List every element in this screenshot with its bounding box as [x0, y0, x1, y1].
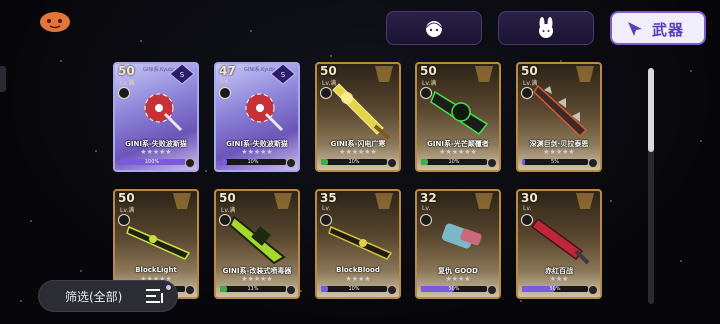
- card-star-rating: ★★★★★: [241, 148, 273, 156]
- weapon-card[interactable]: 47 Lv. GINI系.Kyubi S GINI系-失败波斯猫 ★★★★★ 10%: [214, 62, 300, 172]
- weapon-art: [332, 83, 391, 140]
- weapon-card[interactable]: 32 Lv. 复仇 GOOD ★★★★ 50%: [415, 189, 501, 299]
- card-lock-icon: [387, 285, 397, 295]
- card-level: 50: [118, 64, 135, 78]
- card-star-rating: ★★★★★: [543, 148, 575, 156]
- card-lock-icon: [185, 285, 195, 295]
- card-lock-icon: [185, 158, 195, 168]
- card-progress-bar: 50%: [522, 286, 588, 292]
- girl-face-icon: [425, 21, 443, 37]
- tab-weapons[interactable]: 武器: [610, 11, 706, 45]
- card-progress-bar: 10%: [421, 159, 487, 165]
- weapon-art: [228, 215, 286, 265]
- card-progress-bar: 5%: [522, 159, 588, 165]
- weapon-art: [328, 225, 393, 260]
- inventory-screen: 武器 50 Lv.满 GINI系.Kyubi S GINI系-失败波斯猫 ★★★★★ 100…: [0, 0, 720, 324]
- card-progress-bar: 100%: [119, 159, 185, 165]
- card-star-rating: ★★★★: [345, 275, 371, 283]
- weapon-art: [126, 225, 191, 260]
- card-level: 50: [320, 64, 337, 78]
- card-progress-percent: 11%: [247, 286, 259, 292]
- filter-indicator-dot: [166, 285, 171, 290]
- card-progress-bar: 10%: [321, 159, 387, 165]
- side-handle[interactable]: [0, 66, 6, 92]
- weapon-card[interactable]: 50 Lv.满 GINI系-闪电广寒 ★★★★★★ 10%: [315, 62, 401, 172]
- card-progress-percent: 50%: [448, 286, 460, 292]
- tab-weapons-label: 武器: [652, 21, 685, 39]
- back-blob-icon[interactable]: [38, 10, 72, 34]
- card-lock-icon: [487, 285, 497, 295]
- card-level: 50: [219, 191, 236, 205]
- card-star-rating: ★★★★★★: [439, 148, 477, 156]
- card-star-rating: ★★★: [549, 275, 569, 283]
- weapon-card[interactable]: 35 Lv. BlockBlood ★★★★ 10%: [315, 189, 401, 299]
- card-level: 47: [219, 64, 236, 78]
- card-progress-bar: 11%: [220, 286, 286, 292]
- card-level: 32: [420, 191, 437, 205]
- card-level: 50: [420, 64, 437, 78]
- card-level: 50: [521, 64, 538, 78]
- tab-character[interactable]: [386, 11, 482, 45]
- card-lock-icon: [487, 158, 497, 168]
- card-lock-icon: [588, 158, 598, 168]
- card-lock-icon: [588, 285, 598, 295]
- card-progress-bar: 50%: [421, 286, 487, 292]
- card-lock-icon: [387, 158, 397, 168]
- card-star-rating: ★★★★★★: [339, 148, 377, 156]
- card-star-rating: ★★★★: [445, 275, 471, 283]
- weapon-card[interactable]: 50 Lv.满 GINI系.Kyubi S GINI系-失败波斯猫 ★★★★★ 100%: [113, 62, 199, 172]
- scrollbar[interactable]: [648, 68, 654, 304]
- filter-label: 筛选(全部): [65, 290, 123, 304]
- card-progress-percent: 50%: [549, 286, 561, 292]
- card-progress-bar: 10%: [220, 159, 286, 165]
- card-progress-percent: 100%: [144, 159, 160, 165]
- card-level: 30: [521, 191, 538, 205]
- weapon-art: [530, 217, 590, 265]
- card-progress-percent: 10%: [448, 159, 460, 165]
- card-level: 50: [118, 191, 135, 205]
- bunny-icon: [539, 17, 553, 38]
- weapon-art: [144, 93, 183, 132]
- spear-icon: [628, 22, 642, 36]
- card-lock-icon: [286, 158, 296, 168]
- weapon-art: [441, 223, 482, 249]
- weapon-art: [430, 90, 489, 136]
- card-progress-percent: 10%: [348, 286, 360, 292]
- weapon-card[interactable]: 50 Lv.满 深渊巨剑·贝拉泰恩 ★★★★★ 5%: [516, 62, 602, 172]
- weapon-card[interactable]: 50 Lv.满 GINI系-改装式喷毒器 ★★★★★ 11%: [214, 189, 300, 299]
- card-level: 35: [320, 191, 337, 205]
- filter-button[interactable]: 筛选(全部): [38, 280, 178, 312]
- card-progress-percent: 10%: [247, 159, 259, 165]
- tab-pet[interactable]: [498, 11, 594, 45]
- card-star-rating: ★★★★★: [140, 148, 172, 156]
- card-star-rating: ★★★★★: [241, 275, 273, 283]
- card-progress-bar: 10%: [321, 286, 387, 292]
- card-weapon-name: BlockBlood: [336, 266, 380, 274]
- filter-list-icon: [146, 289, 163, 303]
- weapon-art: [245, 93, 284, 132]
- card-progress-percent: 10%: [348, 159, 360, 165]
- scrollbar-thumb[interactable]: [648, 68, 654, 152]
- weapon-art: [533, 84, 588, 138]
- card-weapon-name: BlockLight: [135, 266, 177, 274]
- card-progress-percent: 5%: [551, 159, 559, 165]
- weapon-card[interactable]: 50 Lv.满 GINI系-光芒颠覆者 ★★★★★★ 10%: [415, 62, 501, 172]
- weapon-card[interactable]: 30 Lv. 赤红百战 ★★★ 50%: [516, 189, 602, 299]
- card-lock-icon: [286, 285, 296, 295]
